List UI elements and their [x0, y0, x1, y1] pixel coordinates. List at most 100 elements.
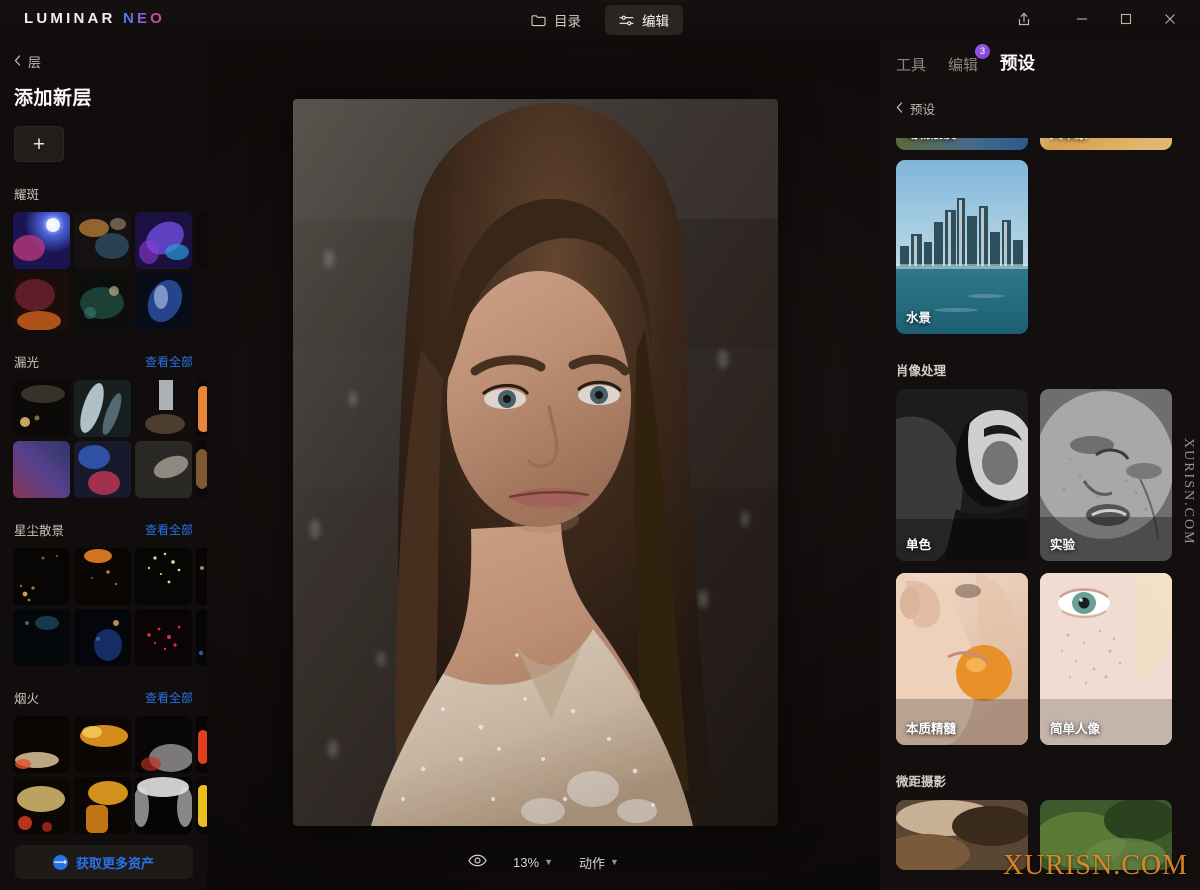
close-icon[interactable] [1148, 0, 1192, 38]
tab-tools[interactable]: 工具 [896, 54, 926, 77]
preset-label: 简单人像 [1050, 722, 1101, 736]
zoom-level-label: 13% [513, 854, 540, 870]
layer-thumbnail[interactable] [196, 609, 207, 666]
canvas-toolbar: 13% ▼ 动作 ▼ [207, 834, 880, 890]
layer-thumbnail[interactable] [196, 548, 207, 605]
layer-thumbnail[interactable] [196, 441, 207, 498]
page-title: 添加新层 [14, 88, 93, 109]
preset-row-macro [880, 800, 1200, 870]
section-fireworks: 烟火 查看全部 [0, 688, 207, 834]
thumbnail-grid [0, 380, 207, 498]
section-header: 星尘散景 查看全部 [0, 520, 207, 539]
presets-panel: 工具 编辑 3 预设 预设 动物朋友 [880, 38, 1200, 890]
layer-thumbnail[interactable] [135, 777, 192, 834]
layer-thumbnail[interactable] [74, 716, 131, 773]
layer-thumbnail[interactable] [196, 777, 207, 834]
actions-selector[interactable]: 动作 ▼ [579, 853, 619, 872]
layer-thumbnail[interactable] [196, 380, 207, 437]
layers-back-link[interactable]: 层 [14, 52, 207, 71]
layer-thumbnail[interactable] [74, 548, 131, 605]
tab-edit[interactable]: 编辑 [605, 5, 683, 35]
layers-sidebar: 层 添加新层 + 耀斑 漏光 查看全部 星尘散景 查看全部 烟火 查看全部 ⟶ … [0, 38, 207, 890]
preset-card-macro-2[interactable] [1040, 800, 1172, 870]
preset-card-mono[interactable]: 单色 [896, 389, 1028, 561]
layer-thumbnail[interactable] [135, 441, 192, 498]
maximize-icon[interactable] [1104, 0, 1148, 38]
share-icon[interactable] [1002, 0, 1046, 38]
folder-icon [531, 14, 546, 27]
preset-card[interactable]: 动物朋友 [896, 138, 1028, 150]
view-all-link[interactable]: 查看全部 [145, 689, 193, 706]
layer-thumbnail[interactable] [13, 777, 70, 834]
layer-thumbnail[interactable] [135, 273, 192, 330]
layer-thumbnail[interactable] [135, 609, 192, 666]
chevron-left-icon [14, 54, 21, 69]
presets-back-link[interactable]: 预设 [896, 99, 1200, 118]
sidebar-footer: ⟶ 获取更多资产 [0, 834, 207, 890]
section-light-leaks: 漏光 查看全部 [0, 352, 207, 498]
preset-label: 本质精髓 [906, 722, 957, 736]
status-badge: 3 [975, 44, 991, 59]
layer-thumbnail[interactable] [74, 777, 131, 834]
layer-thumbnail[interactable] [135, 380, 192, 437]
layer-thumbnail[interactable] [13, 273, 70, 330]
layer-thumbnail[interactable] [74, 609, 131, 666]
section-header: 漏光 查看全部 [0, 352, 207, 371]
photo-canvas[interactable] [293, 99, 778, 826]
thumbnail-grid [0, 548, 207, 666]
layer-thumbnail[interactable] [13, 716, 70, 773]
get-more-assets-button[interactable]: ⟶ 获取更多资产 [14, 845, 193, 879]
tab-presets[interactable]: 预设 [1000, 50, 1035, 77]
layer-thumbnail[interactable] [135, 548, 192, 605]
layer-thumbnail[interactable] [135, 716, 192, 773]
section-title: 星尘散景 [14, 524, 65, 538]
minimize-icon[interactable] [1060, 0, 1104, 38]
tab-catalog[interactable]: 目录 [517, 5, 595, 35]
layer-thumbnail[interactable] [13, 212, 70, 269]
section-header: 烟火 查看全部 [0, 688, 207, 707]
preset-card-essence[interactable]: 本质精髓 [896, 573, 1028, 745]
section-title: 烟火 [14, 692, 40, 706]
layer-thumbnail[interactable] [13, 609, 70, 666]
visibility-toggle[interactable] [468, 854, 487, 870]
layer-thumbnail[interactable] [74, 441, 131, 498]
arrow-right-circle-icon: ⟶ [52, 854, 68, 870]
thumbnail-grid [0, 716, 207, 834]
section-title: 耀斑 [14, 188, 40, 202]
layer-thumbnail[interactable] [135, 212, 192, 269]
canvas-area: 13% ▼ 动作 ▼ [207, 38, 880, 890]
view-all-link[interactable]: 查看全部 [145, 353, 193, 370]
preset-row-partial: 动物朋友 大草原 [880, 138, 1200, 150]
tab-catalog-label: 目录 [554, 14, 581, 29]
layer-thumbnail[interactable] [13, 441, 70, 498]
preset-card-macro-1[interactable] [896, 800, 1028, 870]
section-title: 漏光 [14, 356, 40, 370]
layer-thumbnail[interactable] [74, 273, 131, 330]
layer-thumbnail[interactable] [13, 380, 70, 437]
chevron-left-icon [896, 101, 903, 116]
titlebar: LUMINAR NEO 目录 编辑 [0, 0, 1200, 38]
view-all-link[interactable]: 查看全部 [145, 521, 193, 538]
get-more-assets-label: 获取更多资产 [75, 855, 154, 871]
chevron-down-icon: ▼ [544, 857, 553, 867]
preset-label: 水景 [906, 311, 932, 325]
luminar-neo-window: LUMINAR NEO 目录 编辑 层 添加新层 + 耀斑 漏光 查看全部 星尘… [0, 0, 1200, 890]
panel-tabs: 工具 编辑 3 预设 [880, 38, 1200, 77]
layer-thumbnail[interactable] [196, 212, 207, 269]
preset-card-water[interactable]: 水景 [896, 160, 1028, 334]
layer-thumbnail[interactable] [13, 548, 70, 605]
zoom-selector[interactable]: 13% ▼ [513, 855, 553, 870]
presets-scroll-area[interactable]: 动物朋友 大草原 [880, 138, 1200, 890]
preset-card[interactable]: 大草原 [1040, 138, 1172, 150]
layer-thumbnail[interactable] [74, 212, 131, 269]
preset-card-simple-portrait[interactable]: 简单人像 [1040, 573, 1172, 745]
layer-thumbnail[interactable] [196, 716, 207, 773]
tab-edits[interactable]: 编辑 3 [948, 44, 991, 77]
presets-back-label: 预设 [910, 103, 936, 117]
thumbnail-grid [0, 212, 207, 330]
preset-label: 单色 [906, 538, 932, 552]
add-layer-button[interactable]: + [14, 126, 64, 162]
preset-card-experimental[interactable]: 实验 [1040, 389, 1172, 561]
preset-row-water: 水景 [880, 160, 1200, 334]
layer-thumbnail[interactable] [74, 380, 131, 437]
